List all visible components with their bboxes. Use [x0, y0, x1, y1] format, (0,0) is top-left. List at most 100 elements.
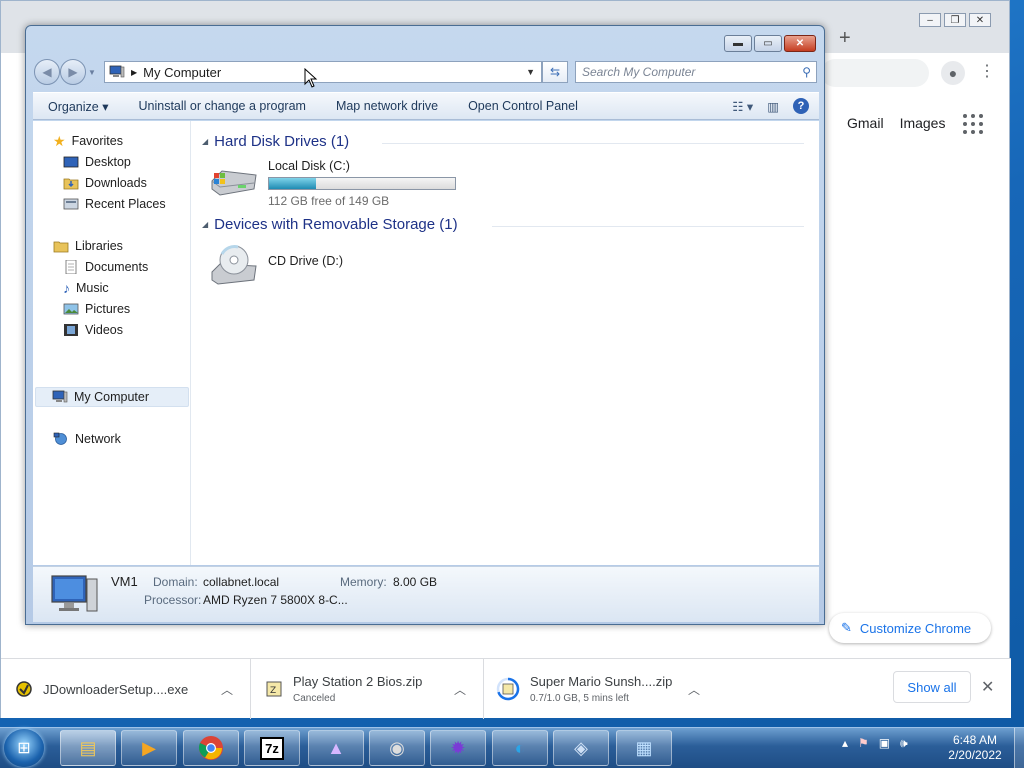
drive-local-disk-c[interactable]: Local Disk (C:) 112 GB free of 149 GB — [208, 159, 456, 208]
recent-pages-dropdown-icon[interactable]: ▼ — [88, 68, 96, 77]
nav-item-favorites[interactable]: ★ Favorites — [53, 131, 123, 151]
network-tray-icon[interactable]: ▣ — [879, 736, 890, 751]
taskbar-game-button[interactable]: ✹ — [430, 730, 486, 766]
explorer-window: ▬ ▭ ✕ ◀ ▶ ▼ ▶ My Computer ▼ ⇆ Search My … — [25, 25, 825, 625]
processor-value: AMD Ryzen 7 5800X 8-C... — [203, 593, 348, 607]
breadcrumb-arrow-icon[interactable]: ▶ — [131, 68, 137, 77]
nav-item-videos[interactable]: Videos — [63, 320, 123, 340]
explorer-content: ★ Favorites Desktop Downloads Recent Pla… — [33, 121, 819, 565]
speaker-app-icon: ◉ — [389, 737, 405, 758]
show-desktop-button[interactable] — [1014, 728, 1024, 768]
download-item[interactable]: JDownloaderSetup....exe ︿ — [1, 659, 251, 719]
nav-item-my-computer[interactable]: My Computer — [35, 387, 189, 407]
address-bar[interactable]: ▶ My Computer ▼ — [104, 61, 542, 83]
address-text: My Computer — [143, 64, 222, 80]
clock-date: 2/20/2022 — [948, 748, 1002, 762]
show-all-button[interactable]: Show all — [893, 671, 971, 703]
folder-icon: ▤ — [79, 737, 97, 758]
help-icon[interactable]: ? — [793, 98, 809, 114]
images-link[interactable]: Images — [900, 115, 946, 131]
customize-chrome-label: Customize Chrome — [859, 620, 972, 636]
nav-item-pictures[interactable]: Pictures — [63, 299, 130, 319]
chrome-caption-buttons: – ❐ ✕ — [919, 13, 991, 27]
taskbar-speaker-app-button[interactable]: ◉ — [369, 730, 425, 766]
gmail-link[interactable]: Gmail — [847, 115, 884, 131]
group-header-removable-storage[interactable]: ◢ Devices with Removable Storage (1) — [202, 216, 458, 233]
forward-arrow-icon[interactable]: ▶ — [60, 59, 86, 85]
clock[interactable]: 6:48 AM 2/20/2022 — [940, 733, 1010, 763]
star-icon: ★ — [53, 132, 66, 149]
close-icon[interactable]: ✕ — [981, 677, 994, 697]
drive-free-space: 112 GB free of 149 GB — [268, 194, 390, 208]
profile-icon[interactable]: ● — [941, 61, 965, 85]
back-arrow-icon[interactable]: ◀ — [34, 59, 60, 85]
chevron-up-icon[interactable]: ︿ — [454, 681, 466, 698]
uninstall-program-button[interactable]: Uninstall or change a program — [123, 99, 320, 113]
group-divider — [382, 143, 804, 144]
minimize-icon[interactable]: ▬ — [724, 35, 752, 52]
view-options-icon[interactable]: ☷ ▾ — [732, 99, 753, 114]
chevron-down-icon[interactable]: ▼ — [526, 67, 535, 77]
open-control-panel-button[interactable]: Open Control Panel — [453, 99, 593, 113]
start-button[interactable]: ⊞ — [4, 729, 44, 767]
nav-item-downloads[interactable]: Downloads — [63, 173, 147, 193]
downloads-folder-icon — [63, 178, 79, 190]
show-hidden-icons-icon[interactable]: ▴ — [842, 736, 848, 751]
videos-icon — [64, 324, 78, 336]
nav-item-documents[interactable]: Documents — [63, 257, 148, 277]
taskbar-media-player-button[interactable]: ▶ — [121, 730, 177, 766]
nav-item-desktop[interactable]: Desktop — [63, 152, 131, 172]
media-player-icon: ▶ — [142, 737, 156, 758]
download-item[interactable]: Super Mario Sunsh....zip 0.7/1.0 GB, 5 m… — [484, 659, 717, 719]
action-center-flag-icon[interactable]: ⚑ — [858, 736, 869, 751]
apps-grid-icon[interactable] — [963, 114, 983, 134]
maximize-icon[interactable]: ❐ — [944, 13, 966, 27]
zip-file-icon: Z — [266, 681, 282, 697]
chrome-icon — [198, 736, 223, 760]
nav-item-network[interactable]: Network — [53, 429, 121, 449]
download-bar: JDownloaderSetup....exe ︿ Z Play Station… — [1, 658, 1011, 719]
computer-name: VM1 — [111, 574, 138, 589]
nav-item-recent-places[interactable]: Recent Places — [63, 194, 166, 214]
taskbar-7zip-button[interactable]: 7z — [244, 730, 300, 766]
taskbar-edge-button[interactable]: ◐ — [492, 730, 548, 766]
jdownloader-icon — [16, 681, 32, 697]
app-triangle-icon: ▲ — [327, 737, 345, 758]
organize-button[interactable]: Organize ▾ — [33, 99, 123, 114]
search-icon[interactable]: ⚲ — [802, 65, 811, 79]
desktop-icon — [63, 156, 79, 168]
kebab-menu-icon[interactable]: ⋮ — [979, 61, 995, 81]
new-tab-button[interactable]: + — [839, 27, 851, 50]
group-header-hard-disk-drives[interactable]: ◢ Hard Disk Drives (1) — [202, 133, 349, 150]
memory-value: 8.00 GB — [393, 575, 438, 589]
download-item[interactable]: Z Play Station 2 Bios.zip Canceled ︿ — [251, 659, 484, 719]
search-placeholder: Search My Computer — [582, 65, 696, 79]
volume-icon[interactable]: 🕪 — [900, 736, 908, 751]
preview-pane-icon[interactable]: ▥ — [767, 99, 779, 114]
taskbar-control-panel-button[interactable]: ▦ — [616, 730, 672, 766]
refresh-icon[interactable]: ⇆ — [542, 61, 568, 83]
map-network-drive-button[interactable]: Map network drive — [321, 99, 453, 113]
maximize-icon[interactable]: ▭ — [754, 35, 782, 52]
collapse-triangle-icon[interactable]: ◢ — [202, 220, 208, 229]
collapse-triangle-icon[interactable]: ◢ — [202, 137, 208, 146]
drive-cd-d[interactable]: CD Drive (D:) — [208, 242, 343, 290]
chevron-up-icon[interactable]: ︿ — [221, 681, 233, 698]
taskbar: ⊞ ▤ ▶ 7z ▲ ◉ ✹ ◐ ◈ ▦ ▴ ⚑ ▣ 🕪 6:48 AM 2/2… — [0, 727, 1024, 768]
nav-item-music[interactable]: ♪ Music — [63, 278, 109, 298]
game-mascot-icon: ✹ — [450, 737, 466, 758]
network-icon — [53, 432, 67, 445]
customize-chrome-button[interactable]: ✎ Customize Chrome — [829, 613, 991, 643]
taskbar-app-button[interactable]: ▲ — [308, 730, 364, 766]
nav-item-libraries[interactable]: Libraries — [53, 236, 123, 256]
close-icon[interactable]: ✕ — [969, 13, 991, 27]
taskbar-explorer-button[interactable]: ▤ — [60, 730, 116, 766]
download-progress-ring-icon — [496, 677, 520, 701]
search-input[interactable]: Search My Computer ⚲ — [575, 61, 817, 83]
chrome-omnibox[interactable] — [821, 59, 929, 87]
close-icon[interactable]: ✕ — [784, 35, 816, 52]
taskbar-chrome-button[interactable] — [183, 730, 239, 766]
taskbar-network-app-button[interactable]: ◈ — [553, 730, 609, 766]
chevron-up-icon[interactable]: ︿ — [688, 681, 700, 698]
minimize-icon[interactable]: – — [919, 13, 941, 27]
